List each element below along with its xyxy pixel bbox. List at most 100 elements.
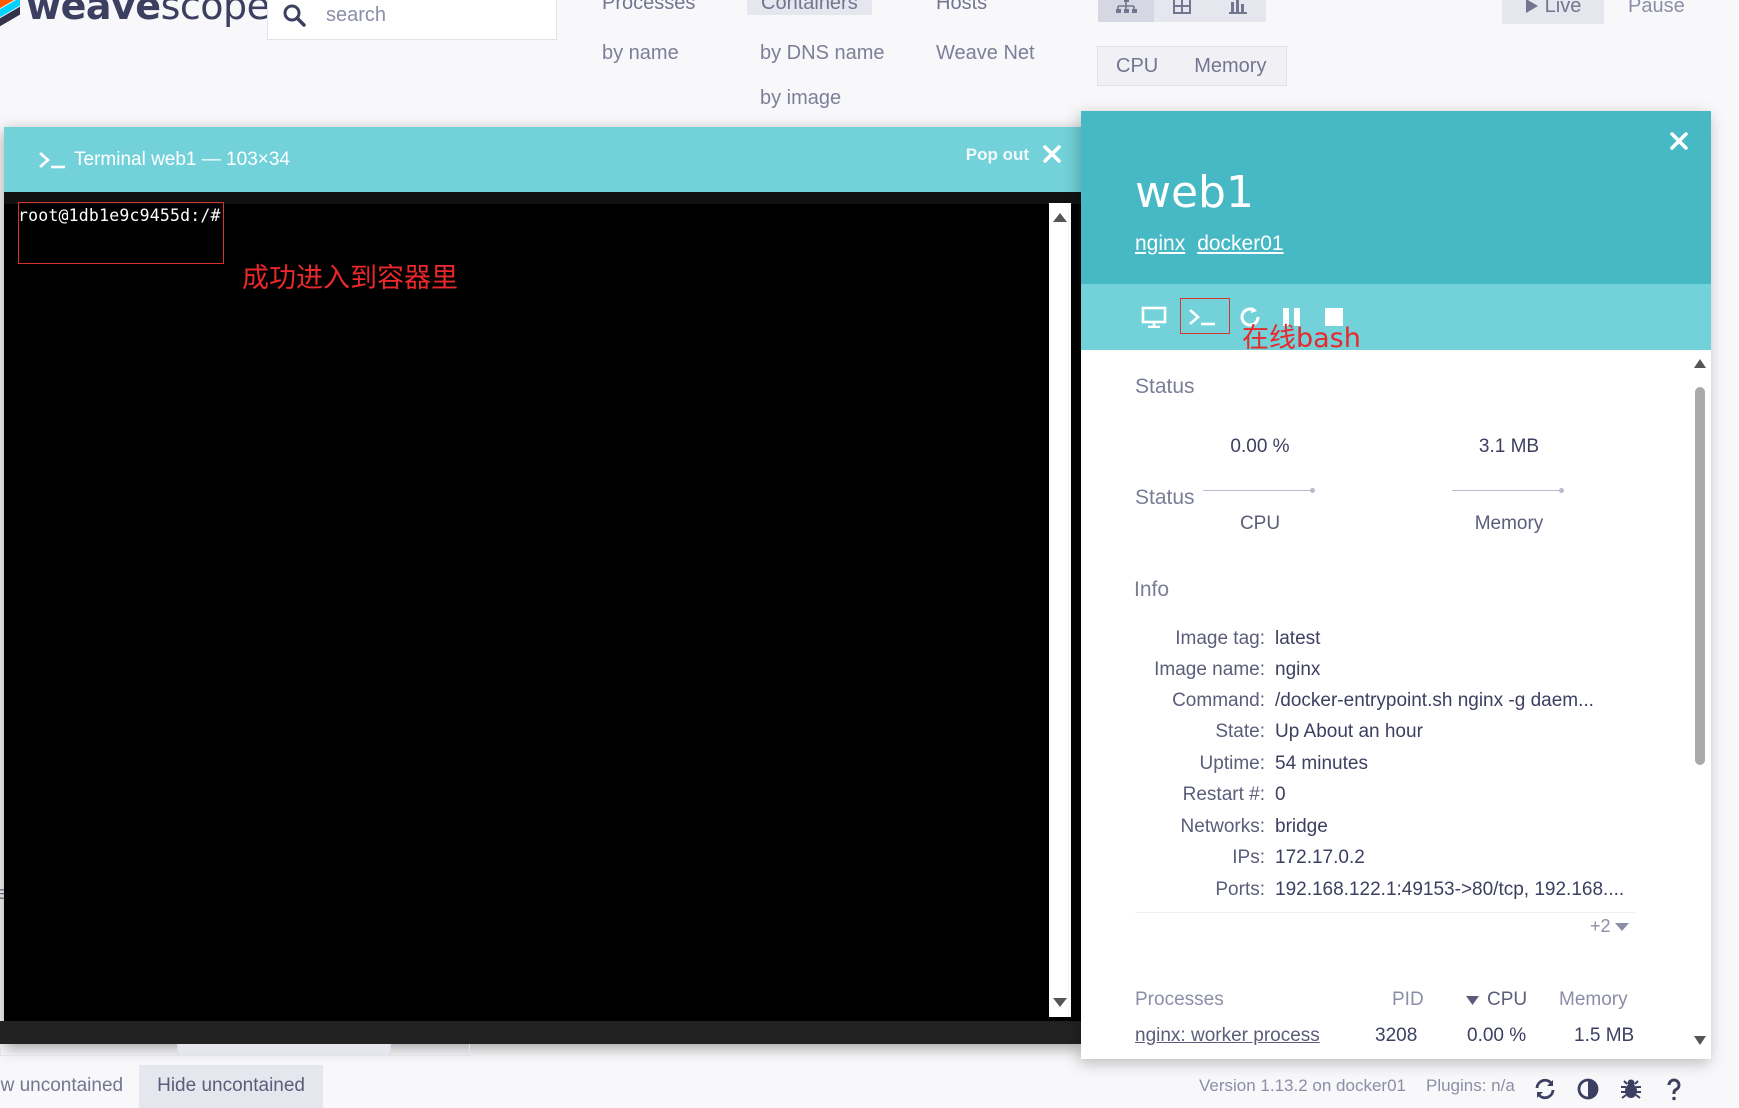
- status-section-label: Status: [1135, 486, 1195, 509]
- info-value: latest: [1275, 628, 1321, 649]
- info-value: Up About an hour: [1275, 721, 1423, 742]
- details-scroll-up-icon[interactable]: [1694, 359, 1706, 368]
- contrast-toggle-button[interactable]: [1576, 1077, 1600, 1106]
- info-row: Command: /docker-entrypoint.sh nginx -g d…: [1135, 687, 1655, 715]
- memory-column-header[interactable]: Memory: [1559, 989, 1628, 1011]
- topology-hosts-weave-net[interactable]: Weave Net: [936, 42, 1035, 65]
- details-close-icon[interactable]: [1667, 129, 1691, 153]
- monitor-icon: [1141, 306, 1167, 328]
- help-button[interactable]: [1662, 1077, 1686, 1106]
- terminal-window[interactable]: Terminal web1 — 103×34 Pop out root@1db1…: [4, 127, 1081, 1044]
- graph-view-button[interactable]: [1098, 0, 1154, 22]
- process-name-link[interactable]: nginx: worker process: [1135, 1025, 1320, 1047]
- info-row: Ports: 192.168.122.1:49153->80/tcp, 192.1…: [1135, 876, 1655, 904]
- info-value: /docker-entrypoint.sh nginx -g daem...: [1275, 690, 1594, 711]
- exec-highlight-box: [1180, 298, 1230, 334]
- chevron-down-icon: [1614, 922, 1629, 931]
- table-view-button[interactable]: [1154, 0, 1210, 22]
- refresh-button[interactable]: [1533, 1077, 1557, 1106]
- topology-containers-by-image[interactable]: by image: [760, 87, 841, 110]
- topology-processes[interactable]: Processes: [602, 0, 695, 15]
- process-pid: 3208: [1375, 1025, 1418, 1046]
- brand-name: weavescope: [26, 0, 270, 28]
- resources-icon: [1229, 0, 1247, 14]
- memory-sparkline: [1452, 490, 1560, 491]
- view-mode-selector: [1098, 0, 1266, 22]
- cpu-metric-value: 0.00 %: [1230, 436, 1290, 457]
- info-value: 0: [1275, 784, 1286, 805]
- cpu-column-label: CPU: [1487, 989, 1528, 1010]
- terminal-bottom-bar: [0, 1021, 1081, 1044]
- metric-memory-option[interactable]: Memory: [1176, 55, 1284, 78]
- pause-button[interactable]: Pause: [1628, 0, 1685, 24]
- info-row: Image name: nginx: [1135, 656, 1655, 684]
- process-memory: 1.5 MB: [1574, 1025, 1635, 1046]
- processes-heading[interactable]: Processes: [1135, 989, 1224, 1011]
- footer-status: Version 1.13.2 on docker01 Plugins: n/a: [1199, 1076, 1515, 1096]
- topology-containers[interactable]: Containers: [747, 0, 872, 15]
- info-row: State: Up About an hour: [1135, 718, 1655, 746]
- metric-cpu-option[interactable]: CPU: [1098, 55, 1176, 78]
- relative-link-image[interactable]: nginx: [1135, 232, 1185, 256]
- weave-scope-app: weavescope Processes by name Containers …: [0, 0, 1739, 1108]
- terminal-screen[interactable]: root@1db1e9c9455d:/# 成功进入到容器里: [4, 192, 1081, 1044]
- status-heading: Status: [1135, 375, 1195, 398]
- show-more-button[interactable]: +2: [1590, 916, 1629, 937]
- info-key: IPs:: [1232, 847, 1265, 868]
- info-value: 54 minutes: [1275, 753, 1368, 774]
- plugins-text: Plugins: n/a: [1425, 1076, 1515, 1095]
- details-scroll-thumb[interactable]: [1695, 387, 1705, 765]
- contrast-icon: [1577, 1078, 1599, 1100]
- cpu-column-header[interactable]: CPU: [1466, 989, 1527, 1011]
- terminal-close-icon[interactable]: [1041, 143, 1063, 165]
- memory-sparkline-dot: [1559, 488, 1564, 493]
- topology-processes-by-name[interactable]: by name: [602, 42, 679, 65]
- info-key: Image name:: [1154, 659, 1265, 680]
- details-header: web1 nginx docker01: [1081, 111, 1711, 284]
- scroll-up-arrow-icon[interactable]: [1053, 213, 1067, 222]
- scroll-down-arrow-icon[interactable]: [1053, 998, 1067, 1007]
- sort-desc-icon: [1466, 995, 1479, 1005]
- weavescope-logo[interactable]: weavescope: [0, 0, 270, 28]
- search-box[interactable]: [267, 0, 557, 40]
- debug-button[interactable]: [1619, 1077, 1643, 1106]
- details-scroll-down-icon[interactable]: [1694, 1036, 1706, 1045]
- live-button[interactable]: Live: [1502, 0, 1604, 24]
- details-relatives: nginx docker01: [1135, 232, 1284, 256]
- show-uncontained-button[interactable]: ow uncontained: [0, 1065, 139, 1108]
- terminal-scrollbar[interactable]: [1049, 203, 1071, 1017]
- info-key: State:: [1215, 721, 1265, 742]
- table-icon: [1173, 0, 1191, 14]
- info-row: Restart #: 0: [1135, 781, 1655, 809]
- live-label: Live: [1544, 0, 1582, 17]
- info-value: bridge: [1275, 816, 1328, 837]
- cpu-sparkline-dot: [1310, 488, 1315, 493]
- info-value: 172.17.0.2: [1275, 847, 1365, 868]
- uncontained-toggle: ow uncontained Hide uncontained: [0, 1065, 323, 1108]
- prompt-highlight-box: [18, 202, 224, 264]
- info-row: Uptime: 54 minutes: [1135, 750, 1655, 778]
- topology-hosts[interactable]: Hosts: [936, 0, 987, 15]
- info-value: 192.168.122.1:49153->80/tcp, 192.168....: [1275, 879, 1625, 900]
- search-input[interactable]: [326, 3, 526, 27]
- topology-containers-by-dns-name[interactable]: by DNS name: [760, 42, 885, 65]
- attach-button[interactable]: [1141, 304, 1167, 330]
- memory-metric-value: 3.1 MB: [1478, 436, 1540, 457]
- help-icon: [1667, 1078, 1681, 1101]
- info-row: IPs: 172.17.0.2: [1135, 844, 1655, 872]
- relative-link-host[interactable]: docker01: [1197, 232, 1283, 256]
- details-scrollbar[interactable]: [1691, 353, 1709, 1053]
- cpu-metric-label: CPU: [1239, 513, 1281, 534]
- hide-uncontained-button[interactable]: Hide uncontained: [139, 1065, 323, 1108]
- resources-view-button[interactable]: [1210, 0, 1266, 22]
- info-key: Image tag:: [1175, 628, 1265, 649]
- terminal-title-text: Terminal web1 — 103×34: [74, 148, 290, 170]
- info-heading: Info: [1134, 578, 1170, 601]
- info-key: Networks:: [1180, 816, 1265, 837]
- memory-metric-label: Memory: [1474, 513, 1544, 534]
- info-key: Command:: [1172, 690, 1265, 711]
- pid-column-header[interactable]: PID: [1392, 989, 1424, 1011]
- cpu-sparkline: [1203, 490, 1311, 491]
- terminal-popout-button[interactable]: Pop out: [966, 145, 1029, 165]
- version-text: Version 1.13.2 on docker01: [1199, 1076, 1406, 1095]
